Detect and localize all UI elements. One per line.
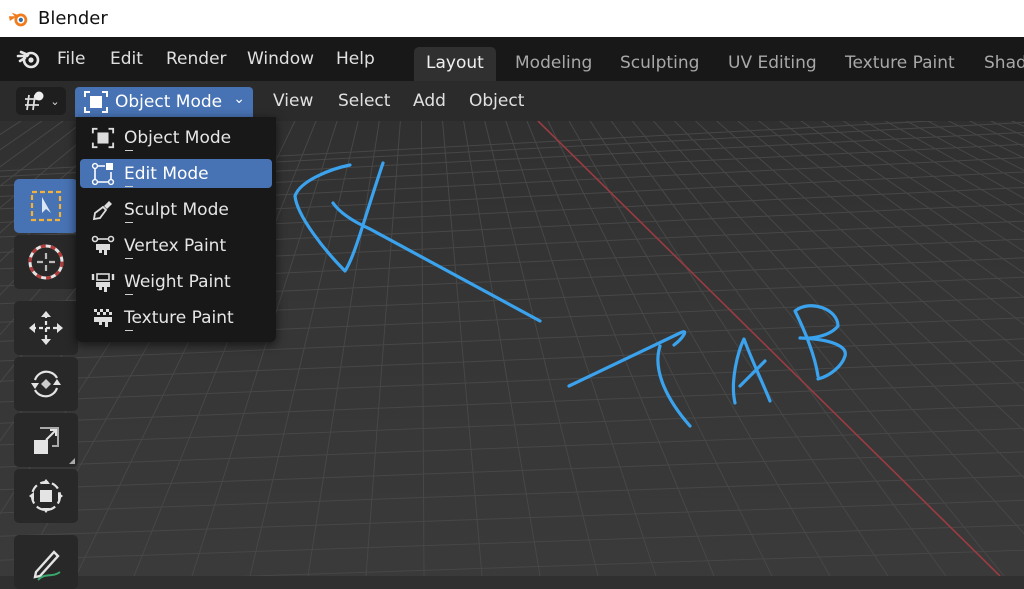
weight-paint-icon: [91, 270, 115, 294]
rotate-icon: [26, 364, 66, 404]
menu-select[interactable]: Select: [338, 91, 390, 111]
menu-window[interactable]: Window: [247, 49, 314, 69]
tab-sculpting[interactable]: Sculpting: [608, 47, 711, 81]
mode-select-dropdown[interactable]: Object Mode ⌄: [75, 87, 253, 117]
chevron-down-icon: ⌄: [233, 91, 245, 107]
chevron-down-icon: ⌄: [50, 95, 59, 108]
menu-render[interactable]: Render: [166, 49, 227, 69]
tool-move[interactable]: [14, 301, 78, 355]
blender-logo-icon: [8, 8, 30, 30]
scale-icon: [26, 420, 66, 460]
menu-view[interactable]: View: [273, 91, 313, 111]
tool-select-box[interactable]: [14, 179, 78, 233]
vertex-paint-icon: [91, 234, 115, 258]
window-titlebar: Blender: [0, 0, 1024, 37]
object-mode-icon: [91, 126, 115, 150]
tab-shading[interactable]: Shad: [972, 47, 1024, 81]
dropdown-item-label: Object Mode: [124, 128, 231, 148]
transform-icon: [26, 476, 66, 516]
object-mode-icon: [83, 90, 109, 114]
dropdown-item-label: Vertex Paint: [124, 236, 226, 256]
blender-menu-icon[interactable]: [16, 47, 42, 71]
menu-edit[interactable]: Edit: [110, 49, 143, 69]
dropdown-item-label: Edit Mode: [124, 164, 209, 184]
tool-transform[interactable]: [14, 469, 78, 523]
dropdown-item-label: Texture Paint: [124, 308, 234, 328]
annotate-icon: [26, 542, 66, 582]
dropdown-item-label: Sculpt Mode: [124, 200, 229, 220]
select-box-icon: [29, 189, 63, 223]
sculpt-mode-icon: [91, 198, 115, 222]
menu-help[interactable]: Help: [336, 49, 375, 69]
editor-type-button[interactable]: ⌄: [16, 87, 66, 115]
3d-viewport-icon: [22, 90, 48, 112]
tool-rotate[interactable]: [14, 357, 78, 411]
dropdown-item-edit-mode[interactable]: Edit Mode: [80, 159, 272, 188]
tab-layout[interactable]: Layout: [414, 47, 496, 81]
window-title: Blender: [38, 8, 108, 29]
menu-add[interactable]: Add: [413, 91, 446, 111]
edit-mode-icon: [91, 162, 115, 186]
dropdown-item-vertex-paint[interactable]: Vertex Paint: [80, 231, 272, 260]
mode-select-label: Object Mode: [115, 92, 222, 112]
dropdown-item-weight-paint[interactable]: Weight Paint: [80, 267, 272, 296]
dropdown-item-object-mode[interactable]: Object Mode: [80, 123, 272, 152]
cursor-icon: [26, 242, 66, 282]
move-icon: [26, 308, 66, 348]
tab-texture-paint[interactable]: Texture Paint: [833, 47, 967, 81]
dropdown-item-texture-paint[interactable]: Texture Paint: [80, 303, 272, 332]
tool-annotate[interactable]: [14, 535, 78, 589]
tool-scale[interactable]: [14, 413, 78, 467]
top-menubar: File Edit Render Window Help Layout Mode…: [0, 37, 1024, 81]
viewport-header: ⌄ Object Mode ⌄ View Select Add Object: [0, 81, 1024, 121]
menu-file[interactable]: File: [57, 49, 85, 69]
menu-object[interactable]: Object: [469, 91, 524, 111]
tab-modeling[interactable]: Modeling: [503, 47, 604, 81]
mode-dropdown-menu: Object Mode Edit Mode Sculpt Mode Vertex…: [76, 117, 276, 342]
tool-variants-indicator[interactable]: [69, 458, 75, 464]
tab-uv-editing[interactable]: UV Editing: [716, 47, 829, 81]
dropdown-item-label: Weight Paint: [124, 272, 231, 292]
texture-paint-icon: [91, 306, 115, 330]
tool-cursor[interactable]: [14, 235, 78, 289]
dropdown-item-sculpt-mode[interactable]: Sculpt Mode: [80, 195, 272, 224]
